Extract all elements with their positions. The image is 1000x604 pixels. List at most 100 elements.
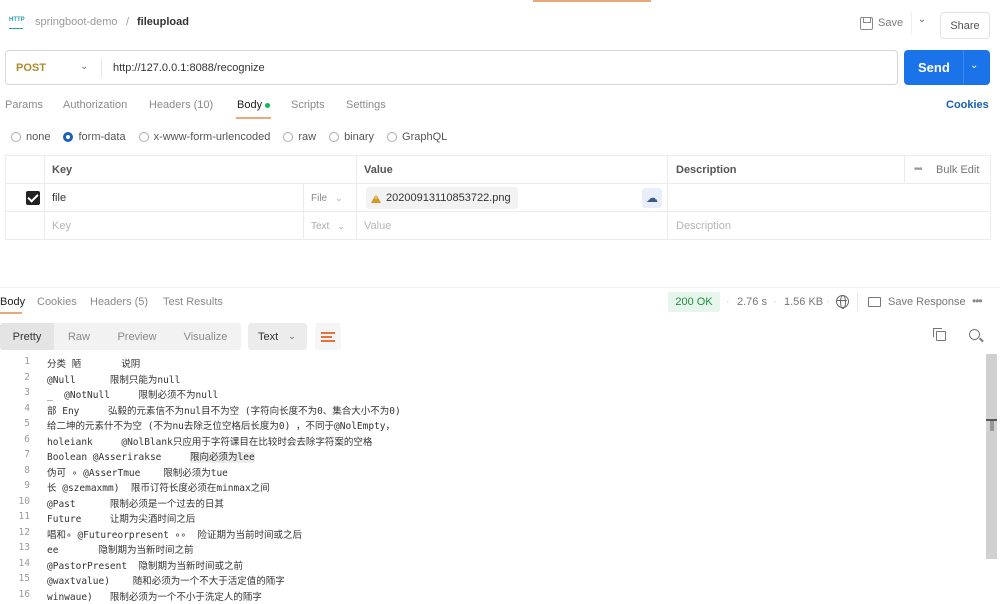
code-line: 5 给二坤的元素什不为空 (不为nu去除乏位空格后长度为0) ，不同于@NolEm… xyxy=(0,418,985,433)
line-text: @Past 限制必须是一个过去的日其 xyxy=(47,496,224,510)
radio-label: raw xyxy=(298,131,317,143)
new-key-input[interactable]: Key xyxy=(52,220,71,232)
more-options-icon[interactable]: ••• xyxy=(972,294,983,308)
method-divider xyxy=(101,59,102,78)
radio-circle-icon xyxy=(329,132,340,142)
word-wrap-icon[interactable] xyxy=(315,323,341,350)
type-label: Text xyxy=(311,221,330,232)
save-divider xyxy=(911,12,912,34)
line-number: 12 xyxy=(18,526,30,538)
line-number: 1 xyxy=(24,356,30,367)
view-preview[interactable]: Preview xyxy=(104,323,170,350)
line-text: Boolean @Asserirakse 限向必须为lee xyxy=(47,449,255,463)
table-header-row: Key Value Description ••• Bulk Edit xyxy=(6,156,990,184)
new-description-input[interactable]: Description xyxy=(676,220,731,232)
line-number: 16 xyxy=(18,588,30,600)
cloud-upload-icon[interactable]: ☁ xyxy=(642,188,662,208)
code-line: 10 @Past 限制必须是一个过去的日其 xyxy=(0,496,985,511)
search-highlight: 限向必须为lee xyxy=(190,452,255,463)
row-key-input[interactable]: file xyxy=(52,192,66,204)
type-label: File xyxy=(311,193,328,204)
save-response-button[interactable]: Save Response xyxy=(888,296,966,308)
copy-icon[interactable] xyxy=(933,328,946,341)
save-button[interactable]: Save xyxy=(860,13,903,33)
request-tabs: Params Authorization Headers (10) Body S… xyxy=(0,96,1000,120)
radio-graphql[interactable]: GraphQL xyxy=(387,131,447,143)
radio-circle-icon xyxy=(283,132,294,142)
send-button[interactable]: Send ⌄ xyxy=(904,50,990,85)
bulk-edit-button[interactable]: Bulk Edit xyxy=(936,164,979,176)
tab-authorization[interactable]: Authorization xyxy=(63,99,127,111)
response-tab-body[interactable]: Body xyxy=(0,296,25,308)
method-select[interactable]: POST xyxy=(16,62,46,74)
save-options-chevron-icon[interactable]: ⌄ xyxy=(915,14,929,25)
vertical-scrollbar[interactable] xyxy=(986,354,997,559)
response-body-editor[interactable]: 1 分类 陋 说阴 2 @Null 限制只能为null 3 _ @NotNull 限制必须… xyxy=(0,354,985,604)
meta-separator: · xyxy=(726,296,730,308)
header-value: Value xyxy=(364,164,393,176)
radio-label: form-data xyxy=(78,131,126,143)
tab-headers[interactable]: Headers (10) xyxy=(149,99,213,111)
code-line: 16 winwaue) 限制必须为一个不小于洗定人的陑字 xyxy=(0,589,985,604)
search-icon[interactable] xyxy=(969,329,980,340)
radio-raw[interactable]: raw xyxy=(283,131,316,143)
radio-form-data[interactable]: form-data xyxy=(63,131,126,143)
chevron-down-icon: ⌄ xyxy=(288,331,296,341)
format-select[interactable]: Text ⌄ xyxy=(248,323,307,350)
line-text: 部 Eny 弘毅的元素信不为nul目不为空 (字符向长度不为0、集合大小不为0) xyxy=(47,403,401,417)
radio-circle-icon xyxy=(387,132,398,142)
line-text-content: ee 隐制期为当新时间之前 xyxy=(47,545,194,556)
chevron-down-icon: ⌄ xyxy=(337,221,345,231)
response-tab-cookies[interactable]: Cookies xyxy=(37,296,77,308)
row-type-select[interactable]: File ⌄ xyxy=(311,193,343,204)
response-tab-headers[interactable]: Headers (5) xyxy=(90,296,148,308)
save-response-icon xyxy=(868,297,881,307)
row-enabled-checkbox[interactable] xyxy=(26,191,40,205)
cookies-link[interactable]: Cookies xyxy=(946,99,989,111)
line-text-content: 部 Eny 弘毅的元素信不为nul目不为空 (字符向长度不为0、集合大小不为0) xyxy=(47,405,401,417)
status-badge[interactable]: 200 OK xyxy=(668,292,720,312)
line-text: 给二坤的元素什不为空 (不为nu去除乏位空格后长度为0) ，不同于@NolEmp… xyxy=(47,418,395,432)
meta-separator: · xyxy=(826,296,830,308)
code-line: 9 长 @szemaxmm) 限币订符长度必须在minmax之间 xyxy=(0,480,985,495)
breadcrumb-collection[interactable]: springboot-demo xyxy=(35,16,118,28)
response-time[interactable]: 2.76 s xyxy=(737,296,767,308)
line-text: @Null 限制只能为null xyxy=(47,372,180,386)
view-visualize[interactable]: Visualize xyxy=(170,323,241,350)
response-tab-test-results[interactable]: Test Results xyxy=(163,296,223,308)
line-text-content: @Past 限制必须是一个过去的日其 xyxy=(47,498,224,510)
more-options-icon[interactable]: ••• xyxy=(914,164,922,175)
scrollbar-thumb[interactable] xyxy=(990,421,994,431)
line-text: _ @NotNull 限制必须不为null xyxy=(47,387,218,401)
tab-settings[interactable]: Settings xyxy=(346,99,386,111)
globe-icon[interactable] xyxy=(836,295,849,309)
code-line: 8 伪可 ∘ @AsserTmue 限制必须为tue xyxy=(0,465,985,480)
new-row-type-select[interactable]: Text ⌄ xyxy=(311,221,345,232)
selected-file-chip[interactable]: 20200913110853722.png xyxy=(366,187,518,209)
line-text-content: winwaue) 限制必须为一个不小于洗定人的陑字 xyxy=(47,591,262,603)
meta-separator: · xyxy=(773,296,777,308)
tab-body[interactable]: Body xyxy=(237,99,271,111)
radio-circle-icon xyxy=(11,132,21,142)
url-input[interactable]: http://127.0.0.1:8088/recognize xyxy=(113,62,265,74)
chevron-down-icon: ⌄ xyxy=(335,193,343,203)
tab-params[interactable]: Params xyxy=(5,99,43,111)
line-number: 13 xyxy=(18,542,30,553)
tab-scripts[interactable]: Scripts xyxy=(291,99,325,111)
radio-none[interactable]: none xyxy=(11,131,50,143)
method-chevron-icon[interactable]: ⌄ xyxy=(80,61,88,72)
line-text-content: @Null 限制只能为null xyxy=(47,374,181,386)
radio-x-www-form-urlencoded[interactable]: x-www-form-urlencoded xyxy=(138,131,270,143)
response-size[interactable]: 1.56 KB xyxy=(784,296,823,308)
send-options-chevron-icon[interactable]: ⌄ xyxy=(970,60,978,71)
line-number: 3 xyxy=(24,387,30,398)
response-divider xyxy=(0,287,1000,288)
breadcrumb-request-name[interactable]: fileupload xyxy=(137,16,189,28)
view-raw[interactable]: Raw xyxy=(54,323,104,350)
share-button[interactable]: Share xyxy=(940,12,990,39)
line-number: 14 xyxy=(18,557,30,569)
file-name: 20200913110853722.png xyxy=(386,192,511,204)
radio-binary[interactable]: binary xyxy=(329,131,374,143)
new-value-input[interactable]: Value xyxy=(364,220,391,232)
view-pretty[interactable]: Pretty xyxy=(0,323,54,350)
